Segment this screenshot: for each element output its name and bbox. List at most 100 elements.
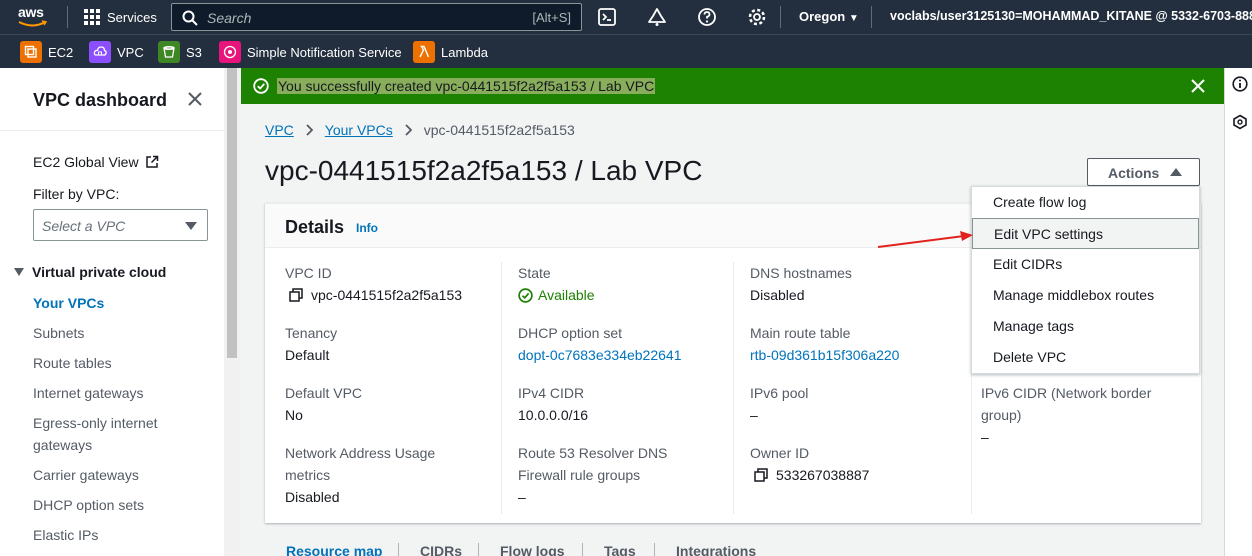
ipv6-pool-value: – xyxy=(750,407,758,423)
breadcrumb-your-vpcs[interactable]: Your VPCs xyxy=(325,122,393,138)
search-bar[interactable]: Search [Alt+S] xyxy=(171,3,582,31)
favorite-s3[interactable]: S3 xyxy=(158,41,202,63)
search-shortcut: [Alt+S] xyxy=(532,10,571,25)
ec2-icon xyxy=(20,41,42,63)
favorite-lambda[interactable]: Lambda xyxy=(413,41,488,63)
external-link-icon xyxy=(145,155,158,168)
ipv6-cidr-label: IPv6 CIDR (Network border group) xyxy=(981,385,1152,423)
favorite-vpc[interactable]: VPC xyxy=(89,41,144,63)
favorite-label: VPC xyxy=(117,44,144,60)
sidebar-item-egress-only-internet-gateways[interactable]: Egress-only internet gateways xyxy=(33,412,183,456)
chevron-right-icon xyxy=(405,124,412,136)
chevron-down-icon: ▼ xyxy=(848,13,859,24)
state-value: Available xyxy=(518,284,595,306)
breadcrumb-vpc[interactable]: VPC xyxy=(265,122,294,138)
breadcrumb: VPC Your VPCs vpc-0441515f2a2f5a153 xyxy=(265,122,575,138)
success-check-icon xyxy=(253,78,269,94)
tab-cidrs[interactable]: CIDRs xyxy=(420,543,462,556)
sidebar-item-your-vpcs[interactable]: Your VPCs xyxy=(33,292,223,314)
services-menu[interactable]: Services xyxy=(84,8,157,26)
sidebar-section-label: Virtual private cloud xyxy=(32,264,167,280)
copy-icon[interactable] xyxy=(754,468,768,482)
scrollbar-thumb[interactable] xyxy=(227,68,237,358)
favorite-label: Simple Notification Service xyxy=(247,44,402,60)
hexagon-icon[interactable] xyxy=(1232,114,1248,130)
account-menu[interactable]: voclabs/user3125130=MOHAMMAD_KITANE @ 53… xyxy=(890,9,1252,23)
favorite-sns[interactable]: Simple Notification Service xyxy=(219,41,402,63)
aws-logo[interactable]: aws xyxy=(18,4,52,28)
flash-message: You successfully created vpc-0441515f2a2… xyxy=(277,78,656,94)
route53-resolver-value: – xyxy=(518,489,526,505)
tab-divider xyxy=(654,543,655,556)
tab-flow-logs[interactable]: Flow logs xyxy=(500,543,565,556)
main-route-table-label: Main route table xyxy=(750,325,851,341)
sidebar: VPC dashboard EC2 Global View Filter by … xyxy=(0,68,240,556)
tab-tags[interactable]: Tags xyxy=(604,543,636,556)
close-icon[interactable] xyxy=(187,91,203,107)
actions-button[interactable]: Actions xyxy=(1087,158,1200,186)
help-icon[interactable] xyxy=(697,7,717,27)
aws-smile-icon xyxy=(18,20,48,27)
owner-id-label: Owner ID xyxy=(750,445,810,461)
tab-divider xyxy=(582,543,583,556)
vpc-filter-select[interactable]: Select a VPC xyxy=(33,209,208,241)
network-address-usage-value: Disabled xyxy=(285,489,340,505)
details-title: Details xyxy=(285,217,345,237)
sidebar-item-dhcp-option-sets[interactable]: DHCP option sets xyxy=(33,494,223,516)
sidebar-scrollbar[interactable] xyxy=(224,68,240,556)
sidebar-section-virtual-private-cloud[interactable]: Virtual private cloud xyxy=(14,264,166,280)
chevron-right-icon xyxy=(306,124,313,136)
info-link[interactable]: Info xyxy=(356,221,378,235)
menu-item-create-flow-log[interactable]: Create flow log xyxy=(972,187,1199,218)
region-selector[interactable]: Oregon ▼ xyxy=(799,9,859,24)
sidebar-title: VPC dashboard xyxy=(33,90,168,110)
vpc-id-label: VPC ID xyxy=(285,265,332,281)
sidebar-item-route-tables[interactable]: Route tables xyxy=(33,352,223,374)
ipv6-pool-label: IPv6 pool xyxy=(750,385,809,401)
route53-resolver-label: Route 53 Resolver DNS Firewall rule grou… xyxy=(518,445,668,483)
menu-item-manage-tags[interactable]: Manage tags xyxy=(972,311,1199,342)
main-route-table-link[interactable]: rtb-09d361b15f306a220 xyxy=(750,344,899,366)
dns-hostnames-value: Disabled xyxy=(750,287,805,303)
top-navigation: aws Services Search [Alt+S] Oregon ▼ voc… xyxy=(0,0,1252,34)
sidebar-item-carrier-gateways[interactable]: Carrier gateways xyxy=(33,464,223,486)
tab-resource-map[interactable]: Resource map xyxy=(286,543,382,556)
sidebar-item-internet-gateways[interactable]: Internet gateways xyxy=(33,382,223,404)
menu-item-delete-vpc[interactable]: Delete VPC xyxy=(972,342,1199,373)
search-icon xyxy=(182,10,198,26)
sidebar-item-elastic-ips[interactable]: Elastic IPs xyxy=(33,524,223,546)
favorite-ec2[interactable]: EC2 xyxy=(20,41,73,63)
copy-icon[interactable] xyxy=(289,288,303,302)
dns-hostnames-label: DNS hostnames xyxy=(750,265,852,281)
info-icon[interactable] xyxy=(1232,76,1248,92)
tenancy-label: Tenancy xyxy=(285,325,338,341)
nav-divider xyxy=(871,6,872,28)
menu-item-edit-cidrs[interactable]: Edit CIDRs xyxy=(972,249,1199,280)
menu-item-edit-vpc-settings[interactable]: Edit VPC settings xyxy=(972,218,1199,249)
favorite-label: S3 xyxy=(186,44,202,60)
search-placeholder: Search xyxy=(207,10,252,26)
cloudshell-icon[interactable] xyxy=(597,7,617,27)
default-vpc-value: No xyxy=(285,407,303,423)
sns-icon xyxy=(219,41,241,63)
close-icon[interactable] xyxy=(1190,78,1206,94)
sidebar-item-subnets[interactable]: Subnets xyxy=(33,322,223,344)
column-divider xyxy=(501,262,502,514)
default-vpc-label: Default VPC xyxy=(285,385,363,401)
menu-item-manage-middlebox-routes[interactable]: Manage middlebox routes xyxy=(972,280,1199,311)
tab-integrations[interactable]: Integrations xyxy=(676,543,756,556)
network-address-usage-label: Network Address Usage metrics xyxy=(285,445,436,483)
owner-id-text: 533267038887 xyxy=(776,467,870,483)
vpc-id-text: vpc-0441515f2a2f5a153 xyxy=(311,287,463,303)
settings-icon[interactable] xyxy=(747,7,767,27)
vpc-id-value: vpc-0441515f2a2f5a153 xyxy=(289,284,462,306)
notifications-icon[interactable] xyxy=(647,7,667,27)
dhcp-link[interactable]: dopt-0c7683e334eb22641 xyxy=(518,344,682,366)
breadcrumb-current: vpc-0441515f2a2f5a153 xyxy=(423,122,575,138)
filter-label: Filter by VPC: xyxy=(33,186,120,202)
ipv4-cidr-label: IPv4 CIDR xyxy=(518,385,585,401)
sidebar-item-label: EC2 Global View xyxy=(33,154,139,170)
tab-divider xyxy=(478,543,479,556)
sidebar-item-ec2-global-view[interactable]: EC2 Global View xyxy=(33,154,159,170)
caret-down-icon xyxy=(185,222,197,230)
